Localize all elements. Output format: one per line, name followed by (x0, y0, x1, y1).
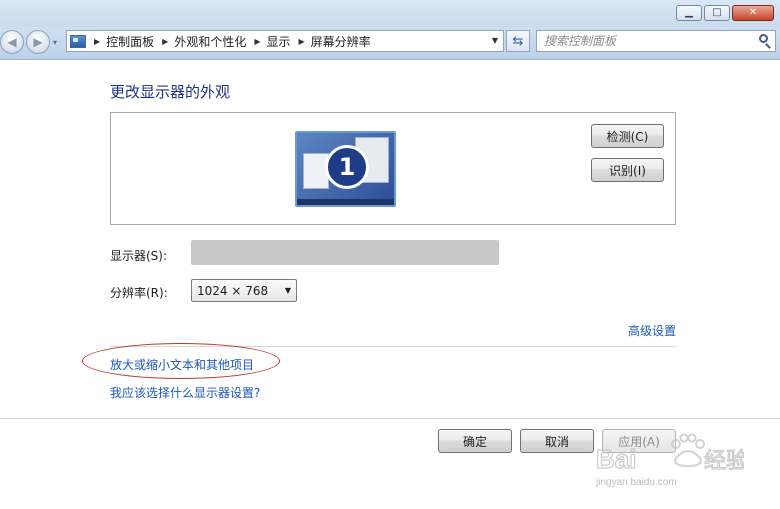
breadcrumb-separator-icon[interactable]: ▶ (162, 37, 168, 46)
annotation-ellipse (82, 343, 280, 379)
breadcrumb-separator-icon[interactable]: ▶ (94, 37, 100, 46)
resolution-select[interactable]: 1024 × 768 ▼ (191, 279, 297, 302)
window-titlebar: ▁ □ ✕ (0, 0, 780, 27)
forward-button[interactable]: ▶ (26, 30, 50, 54)
monitor-preview[interactable]: 1 (295, 131, 396, 207)
monitor-taskbar-graphic (297, 199, 394, 205)
close-icon: ✕ (748, 7, 758, 18)
search-box[interactable] (536, 30, 776, 52)
identify-button[interactable]: 识别(I) (591, 158, 664, 182)
resolution-value: 1024 × 768 (197, 283, 269, 298)
minimize-icon: ▁ (685, 7, 693, 18)
svg-text:经验: 经验 (704, 448, 744, 473)
chevron-down-icon: ▼ (284, 286, 291, 295)
close-button[interactable]: ✕ (732, 5, 774, 21)
advanced-settings-link[interactable]: 高级设置 (628, 322, 676, 339)
breadcrumb-separator-icon[interactable]: ▶ (254, 37, 260, 46)
back-arrow-icon: ◀ (7, 35, 17, 49)
window-controls: ▁ □ ✕ (676, 5, 774, 21)
display-select[interactable] (191, 240, 499, 265)
address-bar[interactable]: ▶ 控制面板 ▶ 外观和个性化 ▶ 显示 ▶ 屏幕分辨率 ▼ (66, 30, 504, 52)
breadcrumb-screen-resolution[interactable]: 屏幕分辨率 (311, 33, 371, 50)
display-label: 显示器(S): (110, 249, 168, 263)
breadcrumb-appearance[interactable]: 外观和个性化 (174, 33, 246, 50)
maximize-button[interactable]: □ (704, 5, 730, 21)
forward-arrow-icon: ▶ (33, 35, 43, 49)
minimize-button[interactable]: ▁ (676, 5, 702, 21)
maximize-icon: □ (712, 7, 722, 18)
detect-button[interactable]: 检测(C) (591, 124, 664, 148)
footer-divider (0, 418, 780, 419)
apply-button[interactable]: 应用(A) (602, 429, 676, 453)
search-icon[interactable] (759, 34, 768, 43)
search-input[interactable] (544, 33, 744, 49)
breadcrumb-display[interactable]: 显示 (267, 33, 291, 50)
display-settings-help-link[interactable]: 我应该选择什么显示器设置? (110, 384, 260, 401)
refresh-button[interactable]: ⇆ (506, 30, 530, 52)
recent-pages-dropdown-icon[interactable]: ▾ (53, 38, 57, 47)
address-dropdown-icon[interactable]: ▼ (492, 36, 498, 45)
navigation-bar: ◀ ▶ ▾ ▶ 控制面板 ▶ 外观和个性化 ▶ 显示 ▶ 屏幕分辨率 ▼ ⇆ (0, 27, 780, 60)
svg-text:jingyan.baidu.com: jingyan.baidu.com (595, 477, 677, 488)
display-preview-area: 1 检测(C) 识别(I) (110, 112, 676, 225)
refresh-icon: ⇆ (512, 33, 524, 49)
ok-button[interactable]: 确定 (438, 429, 512, 453)
monitor-number-badge: 1 (325, 145, 369, 189)
cancel-button[interactable]: 取消 (520, 429, 594, 453)
page-title: 更改显示器的外观 (110, 83, 231, 101)
breadcrumb-separator-icon[interactable]: ▶ (299, 37, 305, 46)
resolution-label: 分辨率(R): (110, 286, 168, 300)
back-button[interactable]: ◀ (0, 30, 24, 54)
breadcrumb-control-panel[interactable]: 控制面板 (106, 33, 154, 50)
control-panel-icon (70, 34, 86, 48)
